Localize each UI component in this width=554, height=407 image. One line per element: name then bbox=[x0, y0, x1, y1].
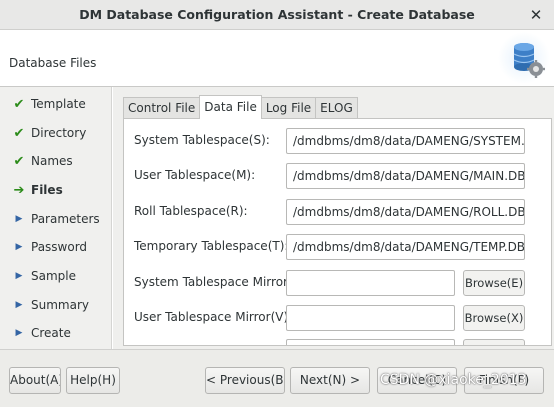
step-label: Password bbox=[31, 240, 88, 254]
check-icon: ✔ bbox=[13, 96, 25, 112]
step-label: Parameters bbox=[31, 212, 100, 226]
partial-browse-button[interactable] bbox=[463, 339, 525, 345]
watermark: CSDN @xiaoke_2013 bbox=[380, 372, 527, 388]
field-label: User Tablespace(M): bbox=[134, 168, 256, 182]
data-file-panel: System Tablespace(S): /dmdbms/dm8/data/D… bbox=[123, 118, 552, 346]
step-template: ✔ Template bbox=[0, 93, 112, 115]
system-tablespace-row: System Tablespace(S): /dmdbms/dm8/data/D… bbox=[134, 128, 549, 154]
step-names: ✔ Names bbox=[0, 150, 112, 172]
arrow-right-icon: ➔ bbox=[13, 182, 25, 198]
step-parameters: ▶ Parameters bbox=[0, 208, 112, 230]
about-button[interactable]: About(A) bbox=[9, 367, 61, 394]
step-label: Summary bbox=[31, 298, 89, 312]
next-button[interactable]: Next(N) > bbox=[290, 367, 370, 394]
triangle-right-icon: ▶ bbox=[15, 242, 23, 252]
page-title: Database Files bbox=[9, 56, 97, 70]
step-label: Files bbox=[31, 183, 63, 197]
step-sample: ▶ Sample bbox=[0, 265, 112, 287]
user-tablespace-input[interactable]: /dmdbms/dm8/data/DAMENG/MAIN.DBF bbox=[286, 163, 525, 189]
tab-control-file[interactable]: Control File bbox=[123, 97, 201, 119]
step-label: Template bbox=[31, 97, 86, 111]
user-tablespace-mirror-row: User Tablespace Mirror(V): Browse(X) bbox=[134, 305, 549, 331]
step-label: Create bbox=[31, 326, 71, 340]
system-tablespace-mirror-input[interactable] bbox=[286, 270, 455, 296]
browse-user-mirror-button[interactable]: Browse(X) bbox=[463, 305, 525, 331]
partial-input[interactable] bbox=[286, 339, 455, 345]
system-tablespace-mirror-row: System Tablespace Mirror(D): Browse(E) bbox=[134, 270, 549, 296]
tab-elog[interactable]: ELOG bbox=[315, 97, 358, 119]
triangle-right-icon: ▶ bbox=[15, 271, 23, 281]
database-gear-icon bbox=[498, 32, 550, 84]
previous-button[interactable]: < Previous(B) bbox=[205, 367, 285, 394]
file-tabs: Control File Data File Log File ELOG bbox=[123, 95, 358, 119]
step-label: Names bbox=[31, 154, 73, 168]
main-content: Control File Data File Log File ELOG Sys… bbox=[113, 87, 554, 349]
field-label: System Tablespace Mirror(D): bbox=[134, 275, 311, 289]
user-tablespace-mirror-input[interactable] bbox=[286, 305, 455, 331]
title-bar: DM Database Configuration Assistant - Cr… bbox=[0, 0, 554, 30]
step-label: Directory bbox=[31, 126, 87, 140]
wizard-steps-sidebar: ✔ Template ✔ Directory ✔ Names ➔ Files ▶… bbox=[0, 87, 112, 349]
step-create: ▶ Create bbox=[0, 322, 112, 344]
temporary-tablespace-input[interactable]: /dmdbms/dm8/data/DAMENG/TEMP.DBF bbox=[286, 234, 525, 260]
triangle-right-icon: ▶ bbox=[15, 300, 23, 310]
header-banner: Database Files bbox=[0, 30, 554, 87]
triangle-right-icon: ▶ bbox=[15, 328, 23, 338]
system-tablespace-input[interactable]: /dmdbms/dm8/data/DAMENG/SYSTEM.DBF bbox=[286, 128, 525, 154]
field-label: Roll Tablespace(R): bbox=[134, 204, 248, 218]
browse-system-mirror-button[interactable]: Browse(E) bbox=[463, 270, 525, 296]
close-icon[interactable]: ✕ bbox=[529, 8, 543, 23]
field-label: Temporary Tablespace(T): bbox=[134, 239, 289, 253]
step-label: Sample bbox=[31, 269, 76, 283]
window-title: DM Database Configuration Assistant - Cr… bbox=[79, 7, 475, 22]
check-icon: ✔ bbox=[13, 125, 25, 141]
field-label: User Tablespace Mirror(V): bbox=[134, 310, 293, 324]
step-directory: ✔ Directory bbox=[0, 122, 112, 144]
roll-tablespace-row: Roll Tablespace(R): /dmdbms/dm8/data/DAM… bbox=[134, 199, 549, 225]
roll-tablespace-input[interactable]: /dmdbms/dm8/data/DAMENG/ROLL.DBF bbox=[286, 199, 525, 225]
step-files: ➔ Files bbox=[0, 179, 112, 201]
field-label: System Tablespace(S): bbox=[134, 133, 270, 147]
tab-log-file[interactable]: Log File bbox=[260, 97, 317, 119]
user-tablespace-row: User Tablespace(M): /dmdbms/dm8/data/DAM… bbox=[134, 163, 549, 189]
check-icon: ✔ bbox=[13, 153, 25, 169]
temporary-tablespace-row: Temporary Tablespace(T): /dmdbms/dm8/dat… bbox=[134, 234, 549, 260]
tab-data-file[interactable]: Data File bbox=[199, 95, 262, 119]
step-password: ▶ Password bbox=[0, 236, 112, 258]
next-row-partial bbox=[134, 339, 549, 345]
help-button[interactable]: Help(H) bbox=[66, 367, 120, 394]
step-summary: ▶ Summary bbox=[0, 294, 112, 316]
triangle-right-icon: ▶ bbox=[15, 214, 23, 224]
